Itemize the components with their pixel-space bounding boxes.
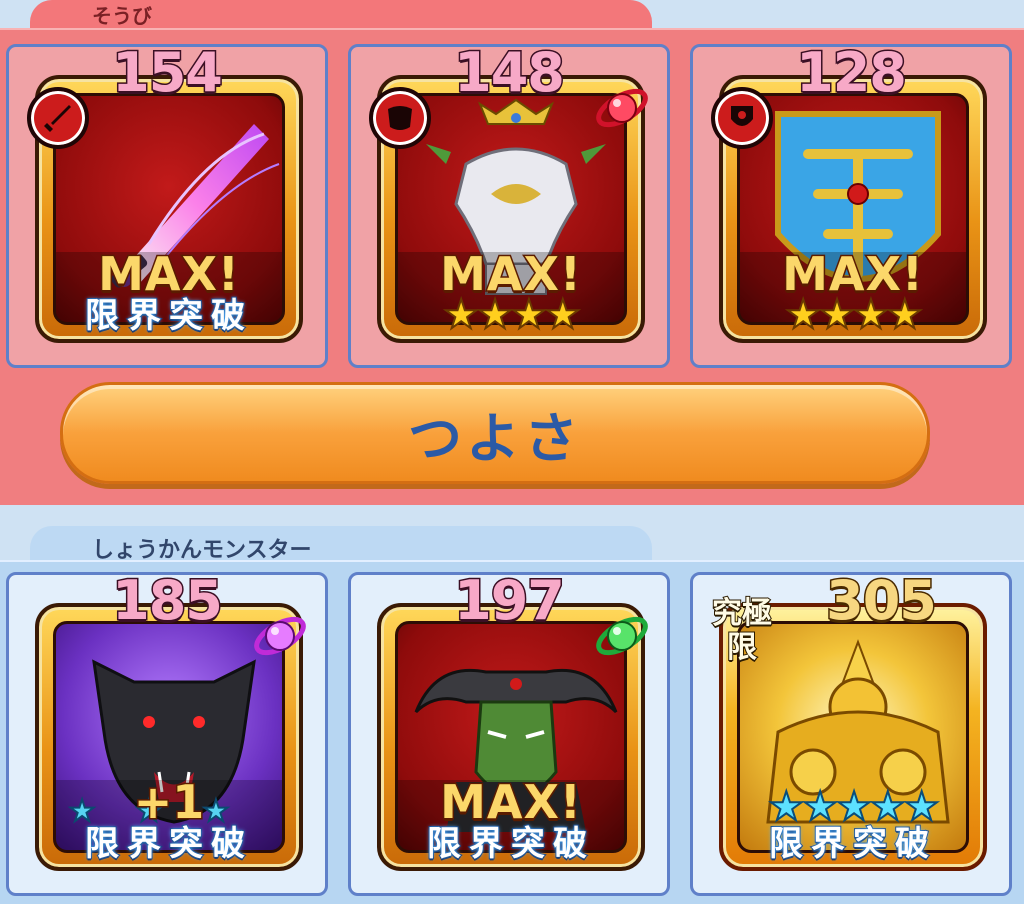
monster-slot-1[interactable]: ★★★ +1 限界突破 185	[6, 568, 328, 896]
equipment-slot-weapon[interactable]: MAX! 限界突破 154	[6, 40, 328, 368]
limit-break-label: 限界突破	[84, 295, 253, 337]
shield-icon	[711, 87, 773, 149]
monster-slot-3[interactable]: ★★★★★ 限界突破 305 究極限	[690, 568, 1012, 896]
armor-icon	[369, 87, 431, 149]
equipment-slot-armor[interactable]: MAX! ★★★★ 148	[348, 40, 670, 368]
limit-break-label: 限界突破	[768, 823, 937, 865]
green-orb-icon	[596, 616, 648, 656]
equipment-section: そうび MAX! 限界突破 154 MAX! ★★★★ 148 MAX! ★★★…	[0, 0, 1024, 505]
monster-slot-2[interactable]: MAX! 限界突破 197	[348, 568, 670, 896]
limit-break-label: 限界突破	[426, 823, 595, 865]
star-rating: ★★★★	[381, 292, 641, 338]
star-icon: ★	[784, 292, 822, 338]
purple-orb-icon	[254, 616, 306, 656]
star-icon: ★	[886, 292, 924, 338]
summon-monster-tab: しょうかんモンスター	[30, 526, 652, 563]
power-value: 305	[825, 568, 939, 634]
star-icon: ★	[476, 292, 514, 338]
summon-monster-section: しょうかんモンスター ★★★ +1 限界突破 185 MAX! 限界突破 197…	[0, 510, 1024, 904]
equipment-tab: そうび	[30, 0, 652, 30]
red-orb-icon	[596, 88, 648, 128]
star-icon: ★	[818, 292, 856, 338]
star-rating: ★★★★	[723, 292, 983, 338]
star-icon: ★	[852, 292, 890, 338]
limit-break-label: 限界突破	[84, 823, 253, 865]
sword-icon	[27, 87, 89, 149]
star-icon: ★	[442, 292, 480, 338]
star-icon: ★	[544, 292, 582, 338]
star-icon: ★	[510, 292, 548, 338]
equipment-slot-shield[interactable]: MAX! ★★★★ 128	[690, 40, 1012, 368]
ultimate-limit-badge: 究極限	[711, 596, 773, 666]
strength-button[interactable]: つよさ	[60, 382, 930, 484]
